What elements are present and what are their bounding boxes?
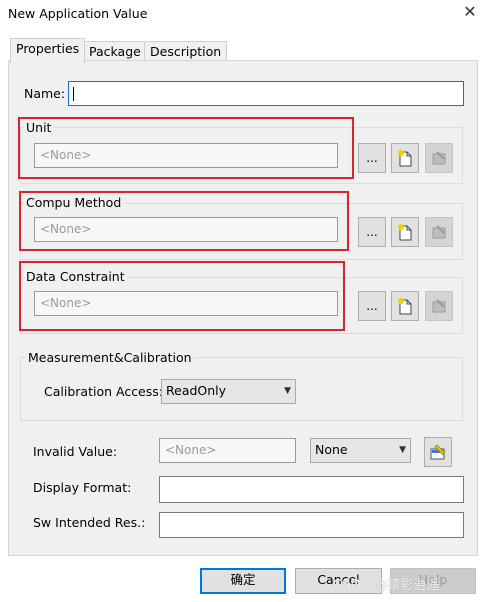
window-title: New Application Value [8,6,148,21]
display-format-input[interactable] [159,476,464,503]
properties-icon [432,151,446,165]
data-constraint-new-button[interactable] [391,291,419,321]
data-constraint-highlight [19,261,345,331]
sw-intended-res-label: Sw Intended Res.: [33,515,146,530]
compu-method-browse-button[interactable]: ... [358,217,386,247]
calibration-access-select[interactable]: ReadOnly ▼ [161,379,296,404]
new-document-icon [398,224,412,241]
data-constraint-browse-button[interactable]: ... [358,291,386,321]
new-document-icon [398,150,412,167]
ok-button[interactable]: 确定 [200,568,286,594]
chevron-down-icon: ▼ [284,386,291,396]
compu-method-new-button[interactable] [391,217,419,247]
unit-properties-button [425,143,453,173]
chevron-down-icon: ▼ [399,445,406,455]
name-label: Name: [24,86,66,101]
unit-highlight [18,117,354,179]
invalid-value-label: Invalid Value: [33,444,118,459]
properties-icon [432,225,446,239]
invalid-value-select[interactable]: None ▼ [310,438,411,463]
unit-browse-button[interactable]: ... [358,143,386,173]
calibration-access-label: Calibration Access: [44,384,163,399]
name-input[interactable] [68,81,464,106]
display-format-label: Display Format: [33,480,132,495]
compu-method-properties-button [425,217,453,247]
unit-new-button[interactable] [391,143,419,173]
compu-method-highlight [19,191,349,251]
text-cursor [73,87,74,101]
new-document-icon [398,298,412,315]
edit-icon [430,444,446,460]
data-constraint-properties-button [425,291,453,321]
close-icon[interactable]: ✕ [460,2,480,22]
invalid-value-edit-button[interactable] [424,437,452,467]
measurement-group-label: Measurement&Calibration [26,350,194,365]
tab-properties[interactable]: Properties [10,38,86,63]
watermark-text: CSDN @猿影逍遥 [333,578,440,593]
sw-intended-res-input[interactable] [159,512,464,538]
properties-icon [432,299,446,313]
invalid-value-field[interactable]: <None> [159,438,296,463]
